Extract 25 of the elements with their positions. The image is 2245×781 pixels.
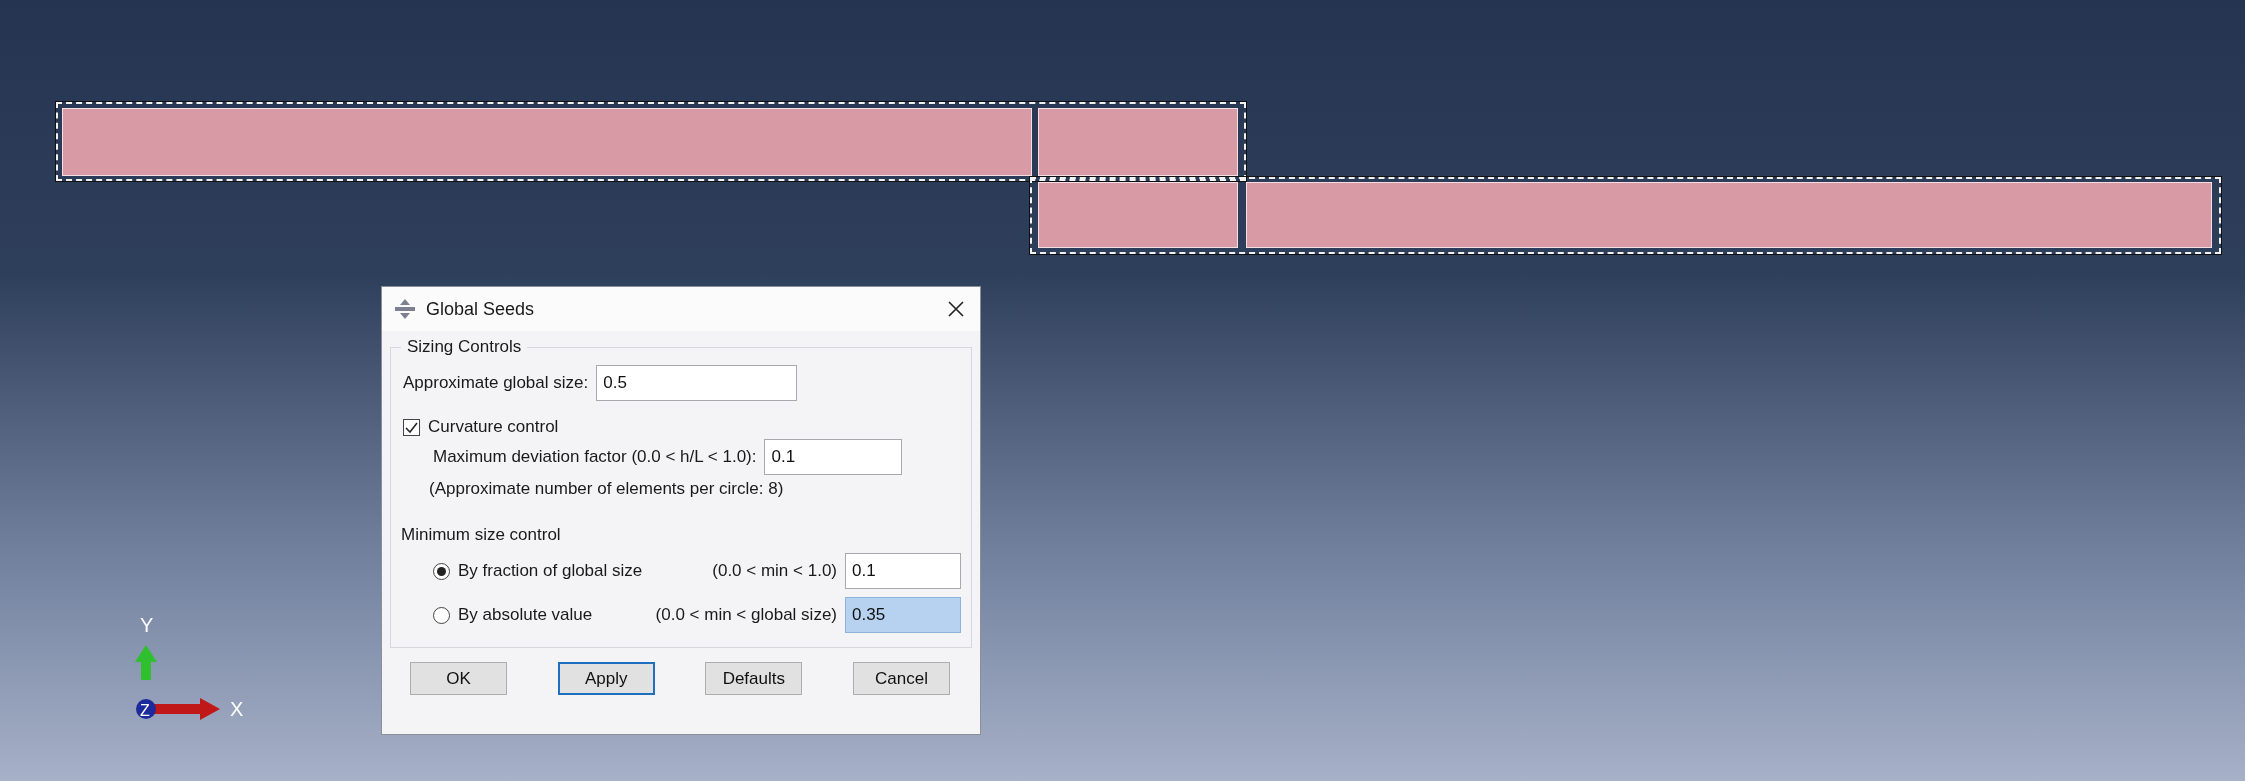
radio-label: By fraction of global size (458, 561, 643, 581)
input-field[interactable]: 0.35 (845, 597, 961, 633)
seed-icon (394, 298, 416, 320)
checkbox-label: Curvature control (428, 417, 559, 437)
radio-label: By absolute value (458, 605, 593, 625)
field-label: Approximate global size: (403, 373, 589, 393)
close-icon (948, 301, 964, 317)
range-text: (0.0 < min < global size) (655, 605, 837, 625)
info-text: (Approximate number of elements per circle: 8) (429, 479, 784, 499)
dialog-button[interactable]: Defaults (705, 662, 803, 695)
input-field[interactable]: 0.1 (845, 553, 961, 589)
radio-button[interactable] (433, 562, 450, 580)
dialog-button[interactable]: OK (410, 662, 507, 695)
field-label: Maximum deviation factor (0.0 < h/L < 1.0): (433, 447, 757, 467)
dialog-button[interactable]: Apply (557, 662, 655, 695)
group-title: Sizing Controls (406, 337, 523, 357)
radio-button[interactable] (433, 606, 450, 624)
input-field[interactable]: 0.5 (596, 365, 798, 401)
dialog-button[interactable]: Cancel (852, 662, 950, 695)
checkbox[interactable] (403, 418, 420, 436)
dialog-title: Global Seeds (426, 298, 536, 320)
range-text: (0.0 < min < 1.0) (712, 561, 837, 581)
axis-triad-drawing: Y Z X (130, 605, 250, 723)
section-title: Minimum size control (401, 525, 561, 545)
input-field[interactable]: 0.1 (764, 439, 903, 475)
